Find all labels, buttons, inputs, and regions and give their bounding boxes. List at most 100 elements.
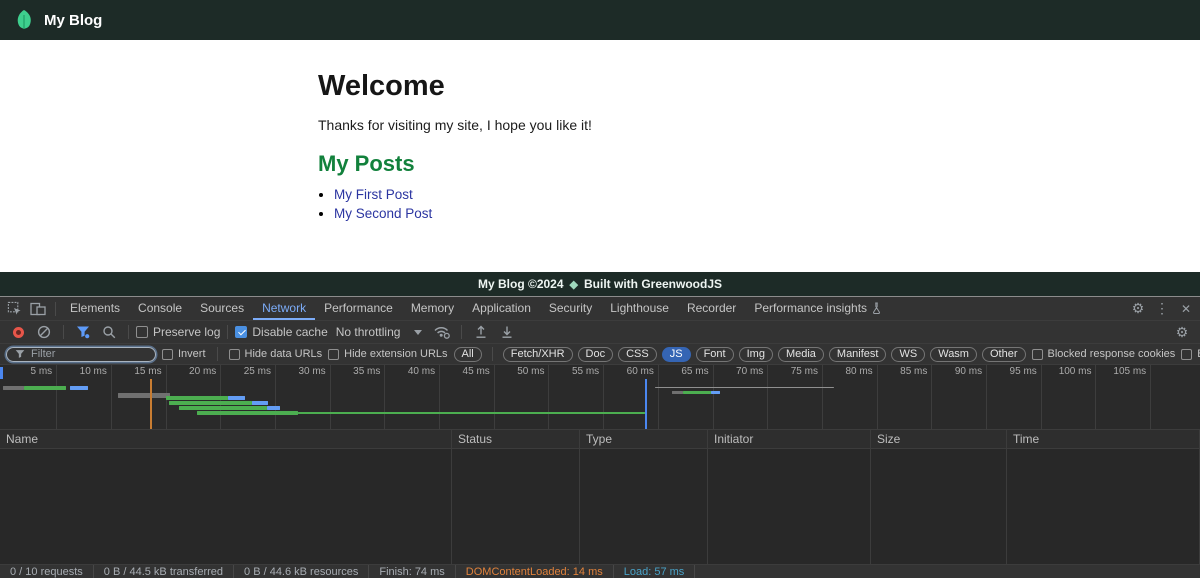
tab-lighthouse[interactable]: Lighthouse — [601, 297, 678, 320]
inspect-element-icon[interactable] — [2, 297, 26, 320]
filter-pill-css[interactable]: CSS — [618, 347, 657, 362]
preserve-log-checkbox[interactable]: Preserve log — [136, 325, 220, 339]
post-link-my-first-post[interactable]: My First Post — [334, 187, 413, 202]
column-body-name — [0, 449, 452, 564]
network-overview-timeline[interactable]: 5 ms10 ms15 ms20 ms25 ms30 ms35 ms40 ms4… — [0, 365, 1200, 430]
filter-pill-js[interactable]: JS — [662, 347, 691, 362]
hide-extension-urls-checkbox[interactable]: Hide extension URLs — [328, 348, 447, 360]
tick-label: 30 ms — [298, 366, 325, 377]
clear-network-log-icon[interactable] — [32, 321, 56, 343]
tab-sources[interactable]: Sources — [191, 297, 253, 320]
invert-checkbox[interactable]: Invert — [162, 348, 206, 360]
record-network-log-icon[interactable] — [6, 321, 30, 343]
divider — [55, 302, 56, 316]
checkbox-unchecked[interactable] — [162, 349, 173, 360]
tab-application[interactable]: Application — [463, 297, 540, 320]
post-link-my-second-post[interactable]: My Second Post — [334, 206, 432, 221]
tick-label: 90 ms — [955, 366, 982, 377]
search-icon[interactable] — [97, 321, 121, 343]
checkbox-unchecked[interactable] — [229, 349, 240, 360]
tab-memory[interactable]: Memory — [402, 297, 463, 320]
filter-pill-media[interactable]: Media — [778, 347, 824, 362]
tab-elements[interactable]: Elements — [61, 297, 129, 320]
filter-pill-wasm[interactable]: Wasm — [930, 347, 977, 362]
blocked-requests-checkbox[interactable]: Blocked requests — [1181, 348, 1200, 360]
status-finish: Finish: 74 ms — [369, 565, 455, 578]
export-har-icon[interactable] — [495, 321, 519, 343]
column-header-time[interactable]: Time — [1007, 430, 1200, 448]
more-menu-icon[interactable]: ⋮ — [1150, 300, 1174, 317]
devtools-panel: ElementsConsole Sources Network Performance… — [0, 296, 1200, 578]
tab-label: Application — [472, 301, 531, 315]
divider — [63, 325, 64, 339]
blocked-response-cookies-checkbox[interactable]: Blocked response cookies — [1032, 348, 1176, 360]
tick-label: 80 ms — [845, 366, 872, 377]
network-filterbar: Filter Invert Hide data URLs Hide extens… — [0, 344, 1200, 365]
tab-console[interactable]: Console — [129, 297, 191, 320]
timeline-tick: 75 ms — [768, 365, 823, 429]
tab-security[interactable]: Security — [540, 297, 601, 320]
checkbox-unchecked[interactable] — [1032, 349, 1043, 360]
tab-network[interactable]: Network — [253, 297, 315, 320]
resource-type-pills: All Fetch/XHR Doc CSS JS Font Img Media Manifest… — [454, 347, 1026, 362]
posts-list: My First Post My Second Post — [318, 187, 1200, 221]
checkbox-unchecked[interactable] — [328, 349, 339, 360]
tick-label: 25 ms — [244, 366, 271, 377]
filter-pill-font[interactable]: Font — [696, 347, 734, 362]
hide-data-urls-checkbox[interactable]: Hide data URLs — [229, 348, 323, 360]
checkbox-checked[interactable] — [235, 326, 247, 338]
close-devtools-icon[interactable]: ✕ — [1174, 302, 1198, 316]
tab-label: Network — [262, 301, 306, 315]
tab-recorder[interactable]: Recorder — [678, 297, 745, 320]
post-list-item: My Second Post — [334, 206, 1200, 221]
waterfall-bar — [179, 406, 268, 410]
divider — [461, 325, 462, 339]
timeline-tick: 65 ms — [659, 365, 714, 429]
site-header: My Blog — [0, 0, 1200, 40]
tab-performance-insights[interactable]: Performance insights — [745, 297, 891, 320]
devtools-tabs: ElementsConsole Sources Network Performance… — [61, 297, 891, 320]
checkbox-unchecked[interactable] — [136, 326, 148, 338]
network-conditions-icon[interactable] — [430, 321, 454, 343]
tab-label: Sources — [200, 301, 244, 315]
settings-gear-icon[interactable]: ⚙ — [1126, 300, 1150, 317]
column-header-name[interactable]: Name — [0, 430, 452, 448]
hide-data-urls-label: Hide data URLs — [245, 348, 323, 360]
column-header-size[interactable]: Size — [871, 430, 1007, 448]
filter-pill-img[interactable]: Img — [739, 347, 773, 362]
filter-pill-doc[interactable]: Doc — [578, 347, 614, 362]
import-har-icon[interactable] — [469, 321, 493, 343]
throttling-dropdown[interactable]: No throttling — [330, 325, 429, 339]
tick-label: 15 ms — [134, 366, 161, 377]
waterfall-bar — [298, 412, 645, 414]
device-toolbar-icon[interactable] — [26, 297, 50, 320]
filter-pill-all[interactable]: All — [454, 347, 482, 362]
waterfall-bar — [228, 396, 246, 400]
status-domcontentloaded: DOMContentLoaded: 14 ms — [456, 565, 614, 578]
column-header-status[interactable]: Status — [452, 430, 580, 448]
column-body-type — [580, 449, 708, 564]
filter-input[interactable]: Filter — [6, 347, 156, 362]
invert-label: Invert — [178, 348, 206, 360]
filter-placeholder: Filter — [31, 348, 55, 360]
checkbox-unchecked[interactable] — [1181, 349, 1192, 360]
requests-table-body[interactable] — [0, 449, 1200, 564]
network-settings-gear-icon[interactable]: ⚙ — [1170, 321, 1194, 343]
filter-pill-other[interactable]: Other — [982, 347, 1026, 362]
tick-label: 105 ms — [1113, 366, 1146, 377]
timeline-tick: 90 ms — [932, 365, 987, 429]
throttling-value: No throttling — [336, 325, 401, 339]
column-header-type[interactable]: Type — [580, 430, 708, 448]
filter-pill-fetch-xhr[interactable]: Fetch/XHR — [503, 347, 573, 362]
tick-label: 55 ms — [572, 366, 599, 377]
tick-label: 70 ms — [736, 366, 763, 377]
filter-pill-ws[interactable]: WS — [891, 347, 925, 362]
filter-pill-manifest[interactable]: Manifest — [829, 347, 887, 362]
footer-text-right: Built with GreenwoodJS — [584, 277, 722, 291]
filter-funnel-icon[interactable] — [71, 321, 95, 343]
network-statusbar: 0 / 10 requests0 B / 44.5 kB transferred… — [0, 564, 1200, 578]
column-header-initiator[interactable]: Initiator — [708, 430, 871, 448]
disable-cache-checkbox[interactable]: Disable cache — [235, 325, 327, 339]
tab-performance[interactable]: Performance — [315, 297, 402, 320]
footer-text-left: My Blog ©2024 — [478, 277, 564, 291]
